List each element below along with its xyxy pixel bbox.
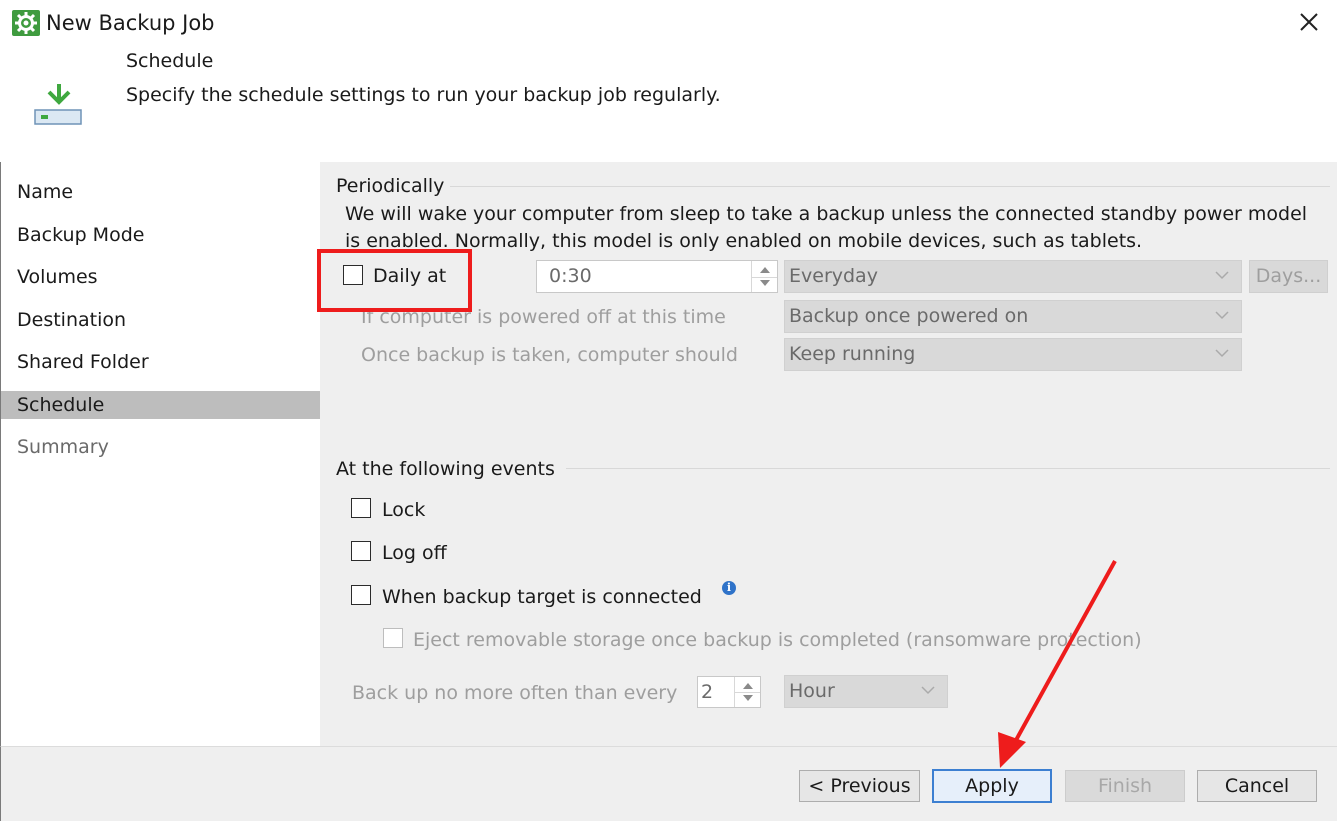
days-button[interactable]: Days... <box>1249 260 1328 293</box>
nav-item-backup-mode[interactable]: Backup Mode <box>1 221 320 249</box>
cancel-button[interactable]: Cancel <box>1197 770 1317 802</box>
info-icon[interactable]: i <box>722 581 736 595</box>
after-backup-value: Keep running <box>789 343 916 365</box>
nav-item-name[interactable]: Name <box>1 178 320 206</box>
eject-storage-checkbox <box>383 628 403 648</box>
daily-time-value: 0:30 <box>549 265 592 287</box>
nav-item-shared-folder[interactable]: Shared Folder <box>1 348 320 376</box>
daily-highlight-box <box>317 249 472 312</box>
nav-item-volumes[interactable]: Volumes <box>1 263 320 291</box>
time-spinner[interactable] <box>751 261 777 292</box>
gear-icon <box>12 10 40 36</box>
frequency-select[interactable]: Everyday <box>784 260 1242 293</box>
after-backup-label: Once backup is taken, computer should <box>361 344 738 366</box>
interval-unit-select[interactable]: Hour <box>784 675 948 708</box>
wake-info-line-1: We will wake your computer from sleep to… <box>345 203 1308 225</box>
chevron-down-icon <box>1215 349 1229 358</box>
chevron-down-icon <box>921 686 935 695</box>
powered-off-value: Backup once powered on <box>789 305 1029 327</box>
target-connected-label[interactable]: When backup target is connected <box>382 584 702 610</box>
apply-button[interactable]: Apply <box>932 769 1052 803</box>
step-title: Schedule <box>126 50 214 72</box>
backup-download-icon <box>34 82 84 128</box>
periodically-group-label: Periodically <box>336 175 445 197</box>
logoff-label[interactable]: Log off <box>382 540 447 566</box>
interval-unit-value: Hour <box>789 680 835 702</box>
interval-value: 2 <box>701 681 714 703</box>
nav-item-summary: Summary <box>17 436 109 458</box>
events-group-label: At the following events <box>336 458 555 480</box>
after-backup-select[interactable]: Keep running <box>784 338 1242 371</box>
group-divider <box>450 186 1330 187</box>
nav-item-destination[interactable]: Destination <box>1 306 320 334</box>
frequency-value: Everyday <box>789 265 878 287</box>
interval-spinner[interactable] <box>734 677 760 707</box>
logoff-checkbox[interactable] <box>351 541 371 561</box>
chevron-down-icon <box>1215 311 1229 320</box>
previous-button[interactable]: < Previous <box>799 770 920 802</box>
finish-button: Finish <box>1065 770 1185 802</box>
window-title: New Backup Job <box>46 11 215 35</box>
target-connected-checkbox[interactable] <box>351 585 371 605</box>
wizard-nav: Name Backup Mode Volumes Destination Sha… <box>0 162 320 746</box>
close-icon[interactable] <box>1296 9 1322 35</box>
group-divider <box>566 468 1330 469</box>
nav-item-schedule[interactable]: Schedule <box>1 391 320 419</box>
backup-often-label: Back up no more often than every <box>352 682 678 704</box>
powered-off-select[interactable]: Backup once powered on <box>784 300 1242 333</box>
lock-label[interactable]: Lock <box>382 497 425 523</box>
chevron-down-icon <box>1215 271 1229 280</box>
daily-time-input[interactable]: 0:30 <box>536 260 778 293</box>
lock-checkbox[interactable] <box>351 498 371 518</box>
annotation-arrow <box>998 560 1117 768</box>
interval-input[interactable]: 2 <box>697 676 761 708</box>
step-description: Specify the schedule settings to run you… <box>126 84 721 106</box>
